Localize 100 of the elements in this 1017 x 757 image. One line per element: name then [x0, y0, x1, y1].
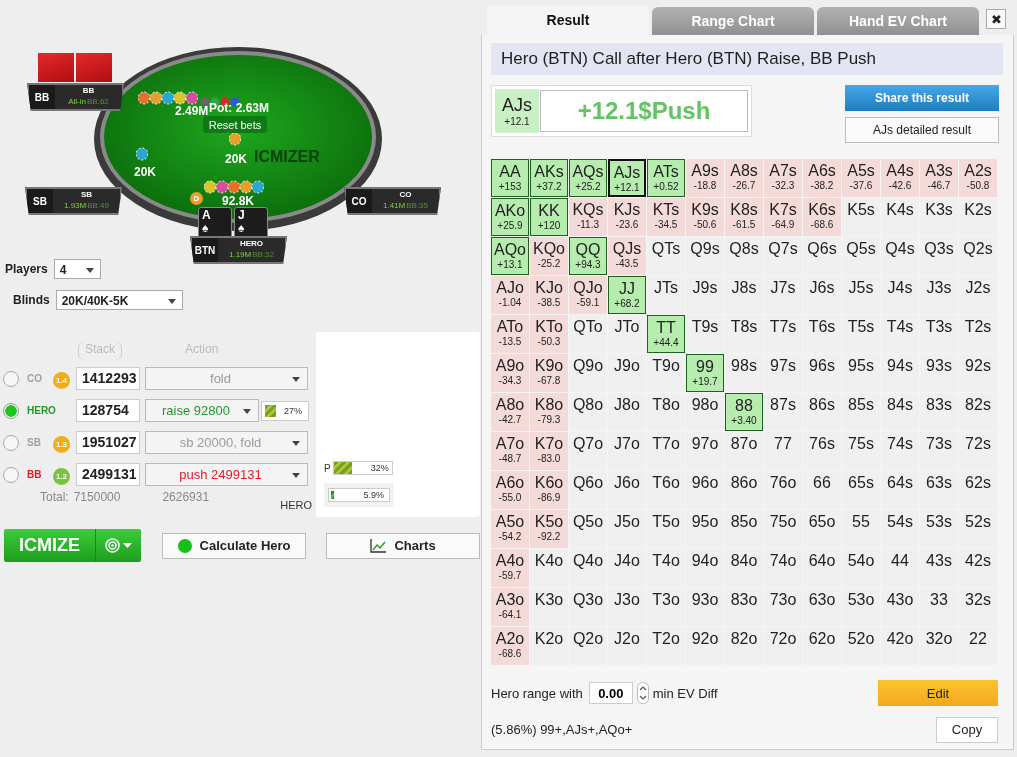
hand-cell[interactable]: 63s: [920, 471, 958, 509]
hand-cell[interactable]: J6s: [803, 276, 841, 314]
radio-button[interactable]: [3, 402, 19, 419]
stack-input[interactable]: 128754: [76, 399, 140, 422]
hand-cell[interactable]: TT +44.4: [647, 315, 685, 353]
hand-cell[interactable]: 42s: [959, 549, 997, 587]
hand-cell[interactable]: 54o: [842, 549, 880, 587]
hand-cell[interactable]: 98o: [686, 393, 724, 431]
hand-cell[interactable]: A5o -54.2: [491, 510, 529, 548]
hand-cell[interactable]: T3o: [647, 588, 685, 626]
hand-cell[interactable]: 32o: [920, 627, 958, 665]
hand-cell[interactable]: J3s: [920, 276, 958, 314]
hand-cell[interactable]: 76o: [764, 471, 802, 509]
detailed-result-button[interactable]: AJs detailed result: [845, 117, 999, 143]
hand-cell[interactable]: 84o: [725, 549, 763, 587]
hand-cell[interactable]: 92o: [686, 627, 724, 665]
hand-cell[interactable]: Q9s: [686, 237, 724, 275]
hand-cell[interactable]: 83s: [920, 393, 958, 431]
hand-cell[interactable]: 75o: [764, 510, 802, 548]
hand-cell[interactable]: 52o: [842, 627, 880, 665]
hand-cell[interactable]: A8o -42.7: [491, 393, 529, 431]
hand-cell[interactable]: JTs: [647, 276, 685, 314]
hand-cell[interactable]: K9s -50.6: [686, 198, 724, 236]
hand-cell[interactable]: 73s: [920, 432, 958, 470]
hand-cell[interactable]: A7o -48.7: [491, 432, 529, 470]
hand-cell[interactable]: 64s: [881, 471, 919, 509]
hand-cell[interactable]: K2o: [530, 627, 568, 665]
hand-cell[interactable]: Q6s: [803, 237, 841, 275]
hand-cell[interactable]: A2o -68.6: [491, 627, 529, 665]
hand-cell[interactable]: T7o: [647, 432, 685, 470]
hand-cell[interactable]: T8o: [647, 393, 685, 431]
hand-cell[interactable]: T6s: [803, 315, 841, 353]
hand-cell[interactable]: 85s: [842, 393, 880, 431]
hand-cell[interactable]: J3o: [608, 588, 646, 626]
hand-cell[interactable]: T3s: [920, 315, 958, 353]
hand-cell[interactable]: J8s: [725, 276, 763, 314]
hand-cell[interactable]: 96s: [803, 354, 841, 392]
stack-input[interactable]: 2499131: [76, 463, 140, 486]
hand-cell[interactable]: AKs +37.2: [530, 159, 568, 197]
stack-input[interactable]: 1951027: [76, 431, 140, 454]
hand-cell[interactable]: J2o: [608, 627, 646, 665]
hand-cell[interactable]: QJo -59.1: [569, 276, 607, 314]
hand-cell[interactable]: Q9o: [569, 354, 607, 392]
hand-cell[interactable]: Q7o: [569, 432, 607, 470]
hand-cell[interactable]: 72o: [764, 627, 802, 665]
hand-cell[interactable]: A7s -32.3: [764, 159, 802, 197]
hand-cell[interactable]: 93s: [920, 354, 958, 392]
hand-cell[interactable]: K3o: [530, 588, 568, 626]
hand-cell[interactable]: 76s: [803, 432, 841, 470]
hand-cell[interactable]: QTs: [647, 237, 685, 275]
hand-cell[interactable]: T4s: [881, 315, 919, 353]
tab[interactable]: Result: [487, 5, 649, 35]
hand-cell[interactable]: K2s: [959, 198, 997, 236]
hand-cell[interactable]: 99 +19.7: [686, 354, 724, 392]
hand-cell[interactable]: 84s: [881, 393, 919, 431]
hand-cell[interactable]: Q5o: [569, 510, 607, 548]
hand-cell[interactable]: K8o -79.3: [530, 393, 568, 431]
hand-cell[interactable]: QJs -43.5: [608, 237, 646, 275]
hand-cell[interactable]: 85o: [725, 510, 763, 548]
hand-cell[interactable]: A9o -34.3: [491, 354, 529, 392]
edit-button[interactable]: Edit: [878, 680, 998, 706]
reset-bets-button[interactable]: Reset bets: [203, 116, 267, 133]
hand-cell[interactable]: 88 +3.40: [725, 393, 763, 431]
hand-cell[interactable]: KQo -25.2: [530, 237, 568, 275]
hand-cell[interactable]: K3s: [920, 198, 958, 236]
hand-cell[interactable]: 82o: [725, 627, 763, 665]
hand-cell[interactable]: T5o: [647, 510, 685, 548]
hand-cell[interactable]: QQ +94.3: [569, 237, 607, 275]
hand-cell[interactable]: A4s -42.6: [881, 159, 919, 197]
hand-cell[interactable]: A9s -18.8: [686, 159, 724, 197]
hand-cell[interactable]: A6s -38.2: [803, 159, 841, 197]
hand-cell[interactable]: J5o: [608, 510, 646, 548]
hand-cell[interactable]: T9o: [647, 354, 685, 392]
hand-cell[interactable]: 55: [842, 510, 880, 548]
hand-cell[interactable]: 66: [803, 471, 841, 509]
hand-cell[interactable]: Q4s: [881, 237, 919, 275]
hand-cell[interactable]: J4o: [608, 549, 646, 587]
hand-cell[interactable]: 54s: [881, 510, 919, 548]
hand-cell[interactable]: 53o: [842, 588, 880, 626]
hand-cell[interactable]: K5s: [842, 198, 880, 236]
hand-cell[interactable]: 43s: [920, 549, 958, 587]
hand-cell[interactable]: ATo -13.5: [491, 315, 529, 353]
close-button[interactable]: ✖: [986, 9, 1006, 29]
hand-cell[interactable]: JTo: [608, 315, 646, 353]
hand-cell[interactable]: 74o: [764, 549, 802, 587]
hand-cell[interactable]: 64o: [803, 549, 841, 587]
hand-cell[interactable]: 62o: [803, 627, 841, 665]
hand-cell[interactable]: KJo -38.5: [530, 276, 568, 314]
hand-cell[interactable]: JJ +68.2: [608, 276, 646, 314]
hand-cell[interactable]: 62s: [959, 471, 997, 509]
hand-cell[interactable]: 43o: [881, 588, 919, 626]
hand-cell[interactable]: KTo -50.3: [530, 315, 568, 353]
hand-cell[interactable]: 22: [959, 627, 997, 665]
hand-cell[interactable]: K7s -64.9: [764, 198, 802, 236]
hand-cell[interactable]: 96o: [686, 471, 724, 509]
hand-cell[interactable]: 95s: [842, 354, 880, 392]
hand-cell[interactable]: AKo +25.9: [491, 198, 529, 236]
hand-cell[interactable]: K5o -92.2: [530, 510, 568, 548]
hand-cell[interactable]: 73o: [764, 588, 802, 626]
hand-cell[interactable]: J9s: [686, 276, 724, 314]
